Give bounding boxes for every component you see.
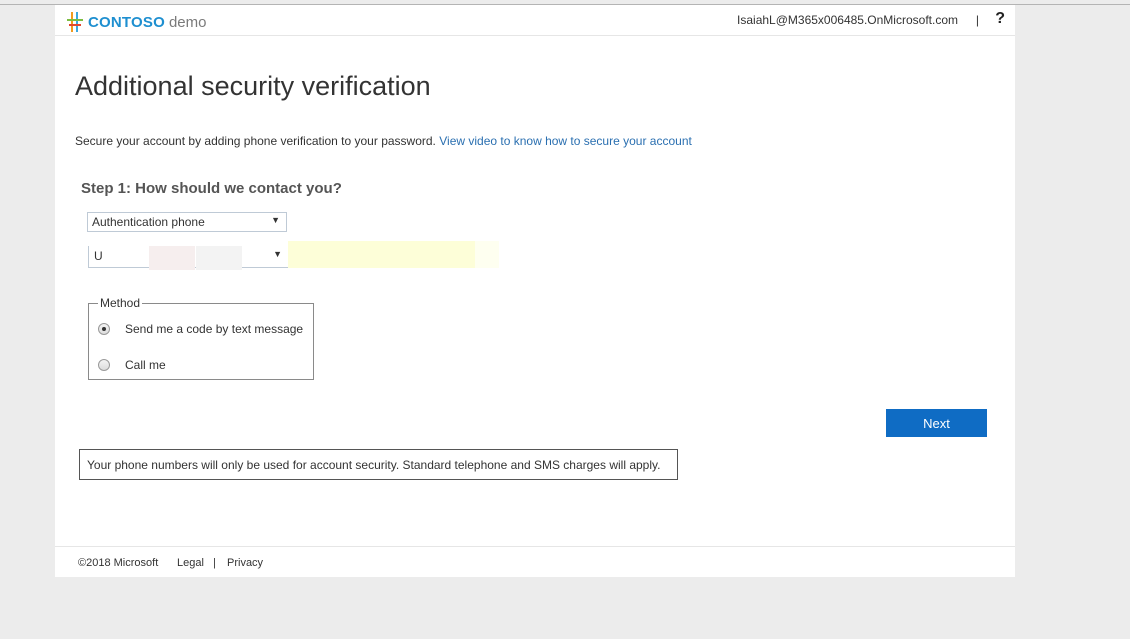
header-bar: CONTOSO demo IsaiahL@M365x006485.OnMicro… bbox=[55, 5, 1015, 36]
redacted-area bbox=[149, 246, 195, 270]
user-account-email[interactable]: IsaiahL@M365x006485.OnMicrosoft.com bbox=[737, 13, 958, 27]
page-container: CONTOSO demo IsaiahL@M365x006485.OnMicro… bbox=[55, 5, 1015, 577]
help-icon[interactable]: ? bbox=[995, 10, 1005, 28]
method-legend: Method bbox=[98, 296, 143, 310]
page-title: Additional security verification bbox=[75, 71, 431, 101]
privacy-notice: Your phone numbers will only be used for… bbox=[79, 449, 678, 480]
country-select[interactable]: U ▼ bbox=[88, 246, 288, 270]
redacted-area bbox=[196, 246, 242, 270]
legal-link[interactable]: Legal bbox=[177, 557, 204, 569]
contact-method-value: Authentication phone bbox=[92, 215, 205, 229]
view-video-link[interactable]: View video to know how to secure your ac… bbox=[439, 134, 692, 148]
radio-button[interactable] bbox=[98, 359, 110, 371]
method-option-text[interactable]: Send me a code by text message bbox=[98, 322, 303, 336]
step-title: Step 1: How should we contact you? bbox=[81, 180, 342, 197]
next-button[interactable]: Next bbox=[886, 409, 987, 437]
header-separator: | bbox=[975, 13, 979, 27]
brand-name: CONTOSO bbox=[88, 13, 165, 31]
copyright: ©2018 Microsoft bbox=[78, 557, 159, 569]
phone-number-input[interactable] bbox=[288, 241, 498, 268]
privacy-link[interactable]: Privacy bbox=[227, 557, 263, 569]
method-option-label: Call me bbox=[125, 358, 166, 372]
footer-separator: | bbox=[213, 557, 216, 569]
chevron-down-icon: ▼ bbox=[273, 249, 282, 259]
contact-method-select[interactable]: Authentication phone ▼ bbox=[87, 212, 287, 232]
contoso-logo-icon bbox=[67, 12, 83, 32]
country-value: U bbox=[94, 249, 103, 263]
method-option-label: Send me a code by text message bbox=[125, 322, 304, 336]
brand-suffix: demo bbox=[168, 13, 207, 31]
method-group: Method Send me a code by text message Ca… bbox=[88, 296, 314, 380]
intro-description: Secure your account by adding phone veri… bbox=[75, 134, 436, 148]
chevron-down-icon: ▼ bbox=[271, 215, 280, 225]
brand-logo[interactable]: CONTOSO demo bbox=[67, 11, 207, 33]
radio-button-selected[interactable] bbox=[98, 323, 110, 335]
intro-text: Secure your account by adding phone veri… bbox=[75, 134, 692, 148]
method-option-call[interactable]: Call me bbox=[98, 358, 166, 372]
footer: ©2018 Microsoft Legal | Privacy bbox=[55, 546, 1015, 577]
phone-input-edge bbox=[475, 241, 499, 268]
